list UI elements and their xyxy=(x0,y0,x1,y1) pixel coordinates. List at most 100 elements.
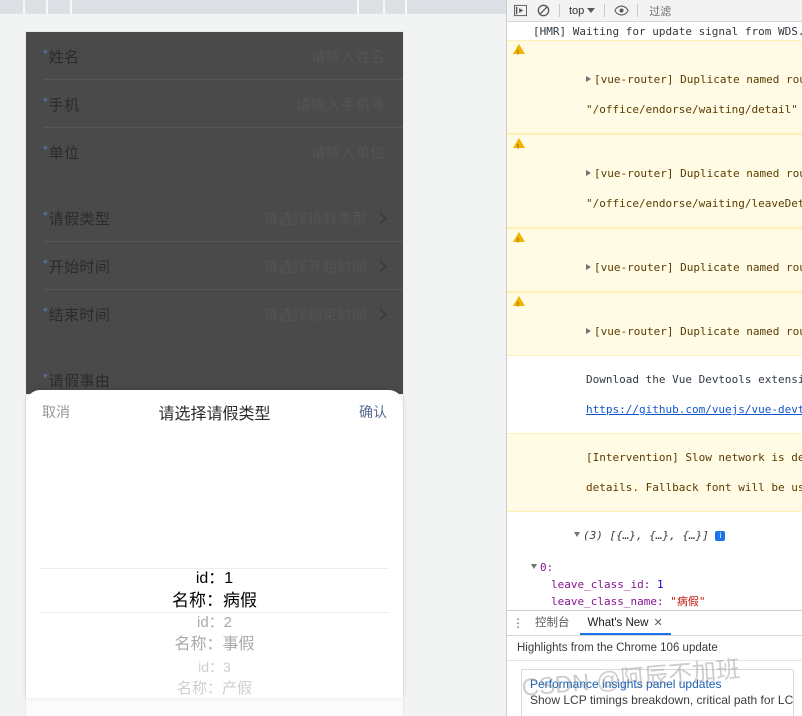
leave-request-form: * 姓名 请输入姓名 * 手机 请输入手机号 * 单位 请输入单位 * 请假类型… xyxy=(26,32,403,404)
console-message[interactable]: [vue-router] Duplicate named routes defi… xyxy=(507,292,802,356)
execute-snippet-icon[interactable] xyxy=(511,2,529,20)
console-object-root[interactable]: (3) [{…}, {…}, {…}] i xyxy=(507,512,802,559)
picker-cancel-button[interactable]: 取消 xyxy=(42,402,70,422)
picker-selection-line-top xyxy=(40,568,389,569)
close-icon[interactable]: ✕ xyxy=(654,617,663,629)
more-options-icon[interactable]: ⋮ xyxy=(511,616,525,630)
drawer-tab-bar: ⋮ 控制台 What's New ✕ xyxy=(507,611,802,636)
leave-type-picker: 取消 请选择请假类型 确认 id：1 名称：病假 id：2 名称：事假 id：3… xyxy=(26,390,403,698)
form-group-gap xyxy=(26,338,403,356)
form-value: 请选择请假类型 xyxy=(263,211,367,228)
toolbar-divider xyxy=(405,0,407,14)
toolbar-divider xyxy=(70,0,72,14)
console-message-text: "/office/endorse/waiting/detail" } xyxy=(585,103,802,116)
live-expression-icon[interactable] xyxy=(612,2,630,20)
required-star-icon: * xyxy=(43,371,48,385)
picker-header: 取消 请选择请假类型 确认 xyxy=(26,390,403,434)
console-filter-input[interactable]: 过滤 xyxy=(645,3,671,19)
console-message[interactable]: [vue-router] Duplicate named routes defi… xyxy=(507,40,802,134)
whats-new-card[interactable]: Performance insights panel updates Show … xyxy=(521,669,794,716)
console-context-selector[interactable]: top xyxy=(567,5,597,17)
required-star-icon: * xyxy=(43,209,48,223)
form-label: 手机 xyxy=(48,96,80,114)
whats-new-subtitle: Highlights from the Chrome 106 update xyxy=(507,636,802,661)
picker-column[interactable]: id：1 名称：病假 id：2 名称：事假 id：3 名称：产假 xyxy=(26,434,403,698)
prop-key: leave_class_id: xyxy=(551,578,651,591)
drawer-tab-whats-new[interactable]: What's New ✕ xyxy=(579,611,671,635)
picker-title: 请选择请假类型 xyxy=(158,406,271,423)
toolbar-separator xyxy=(637,4,639,17)
expand-triangle-icon[interactable] xyxy=(585,76,591,82)
toolbar-separator xyxy=(604,4,606,17)
array-preview: [{…}, {…}, {…}] xyxy=(609,529,709,542)
console-message[interactable]: [vue-router] Duplicate named routes defi… xyxy=(507,134,802,228)
console-output[interactable]: [HMR] Waiting for update signal from WDS… xyxy=(507,23,802,610)
expand-triangle-icon[interactable] xyxy=(585,264,591,270)
collapse-triangle-icon[interactable] xyxy=(573,532,580,537)
form-row-unit[interactable]: * 单位 请输入单位 xyxy=(26,128,403,176)
form-value: 请选择结束时间 xyxy=(263,307,367,324)
picker-option[interactable]: id：2 名称：事假 xyxy=(26,612,403,656)
expand-triangle-icon[interactable] xyxy=(585,170,591,176)
picker-option-name: 名称：病假 xyxy=(172,591,257,610)
form-label: 结束时间 xyxy=(48,306,111,324)
console-object-entry[interactable]: 0: xyxy=(507,559,802,576)
warning-icon xyxy=(513,138,525,155)
form-value: 请输入姓名 xyxy=(311,49,385,66)
toolbar-divider xyxy=(46,0,48,14)
console-message-text: [vue-router] Duplicate named routes defi… xyxy=(593,73,802,86)
drawer-tab-console[interactable]: 控制台 xyxy=(527,611,578,635)
console-message-text: details. Fallback font will be used whil… xyxy=(585,481,802,494)
whats-new-card-title[interactable]: Performance insights panel updates xyxy=(530,676,785,692)
device-viewport: * 姓名 请输入姓名 * 手机 请输入手机号 * 单位 请输入单位 * 请假类型… xyxy=(26,32,403,716)
picker-confirm-button[interactable]: 确认 xyxy=(359,402,387,422)
console-context-label: top xyxy=(569,4,585,17)
console-message-text: [vue-router] Duplicate named routes defi… xyxy=(593,325,802,338)
picker-option-id: id：3 xyxy=(198,659,231,675)
form-group-gap xyxy=(26,176,403,194)
modal-dim-overlay[interactable]: * 姓名 请输入姓名 * 手机 请输入手机号 * 单位 请输入单位 * 请假类型… xyxy=(26,32,403,394)
chevron-right-icon xyxy=(374,307,387,321)
picker-option-id: id：2 xyxy=(196,614,233,631)
console-message-text: [vue-router] Duplicate named routes defi… xyxy=(593,261,802,274)
console-message: [HMR] Waiting for update signal from WDS… xyxy=(507,23,802,40)
warning-icon xyxy=(513,296,525,313)
toolbar-separator xyxy=(559,4,560,17)
form-row-leave-type[interactable]: * 请假类型 请选择请假类型 xyxy=(26,194,403,242)
console-message-text: [Intervention] Slow network is detected.… xyxy=(585,451,802,464)
required-star-icon: * xyxy=(43,47,48,61)
toolbar-divider xyxy=(357,0,359,14)
devtools-panel: top 过滤 [HMR] Waiting for update signal f… xyxy=(506,0,802,716)
required-star-icon: * xyxy=(43,95,48,109)
picker-option[interactable]: id：3 名称：产假 xyxy=(26,656,403,698)
picker-option-name: 名称：产假 xyxy=(176,680,252,697)
picker-body[interactable]: id：1 名称：病假 id：2 名称：事假 id：3 名称：产假 xyxy=(26,434,403,698)
expand-triangle-icon[interactable] xyxy=(585,328,591,334)
picker-option-name: 名称：事假 xyxy=(174,636,255,653)
console-message-text: Download the Vue Devtools extension for … xyxy=(585,373,802,386)
console-message: Download the Vue Devtools extension for … xyxy=(507,356,802,433)
picker-option[interactable]: id：1 名称：病假 xyxy=(26,568,403,612)
toolbar-divider xyxy=(383,0,385,14)
form-label: 请假事由 xyxy=(48,372,111,390)
form-row-name[interactable]: * 姓名 请输入姓名 xyxy=(26,32,403,80)
form-row-end-time[interactable]: * 结束时间 请选择结束时间 xyxy=(26,290,403,338)
console-link[interactable]: https://github.com/vuejs/vue-devtools xyxy=(586,403,802,416)
form-row-phone[interactable]: * 手机 请输入手机号 xyxy=(26,80,403,128)
console-object-prop: leave_class_id: 1 xyxy=(507,576,802,593)
warning-icon xyxy=(513,44,525,61)
clear-console-icon[interactable] xyxy=(534,2,552,20)
form-row-start-time[interactable]: * 开始时间 请选择开始时间 xyxy=(26,242,403,290)
console-message[interactable]: [vue-router] Duplicate named routes defi… xyxy=(507,228,802,292)
required-star-icon: * xyxy=(43,257,48,271)
info-icon[interactable]: i xyxy=(715,531,726,541)
console-object-prop: leave_class_name: "病假" xyxy=(507,593,802,610)
console-message-text: [HMR] Waiting for update signal from WDS… xyxy=(533,25,802,38)
collapse-triangle-icon[interactable] xyxy=(531,564,537,569)
form-value: 请输入单位 xyxy=(311,145,385,162)
chevron-right-icon xyxy=(374,211,387,225)
devtools-drawer: ⋮ 控制台 What's New ✕ Highlights from the Ch… xyxy=(507,610,802,716)
form-label: 姓名 xyxy=(48,48,80,66)
warning-icon xyxy=(513,232,525,249)
toolbar-divider xyxy=(23,0,25,14)
